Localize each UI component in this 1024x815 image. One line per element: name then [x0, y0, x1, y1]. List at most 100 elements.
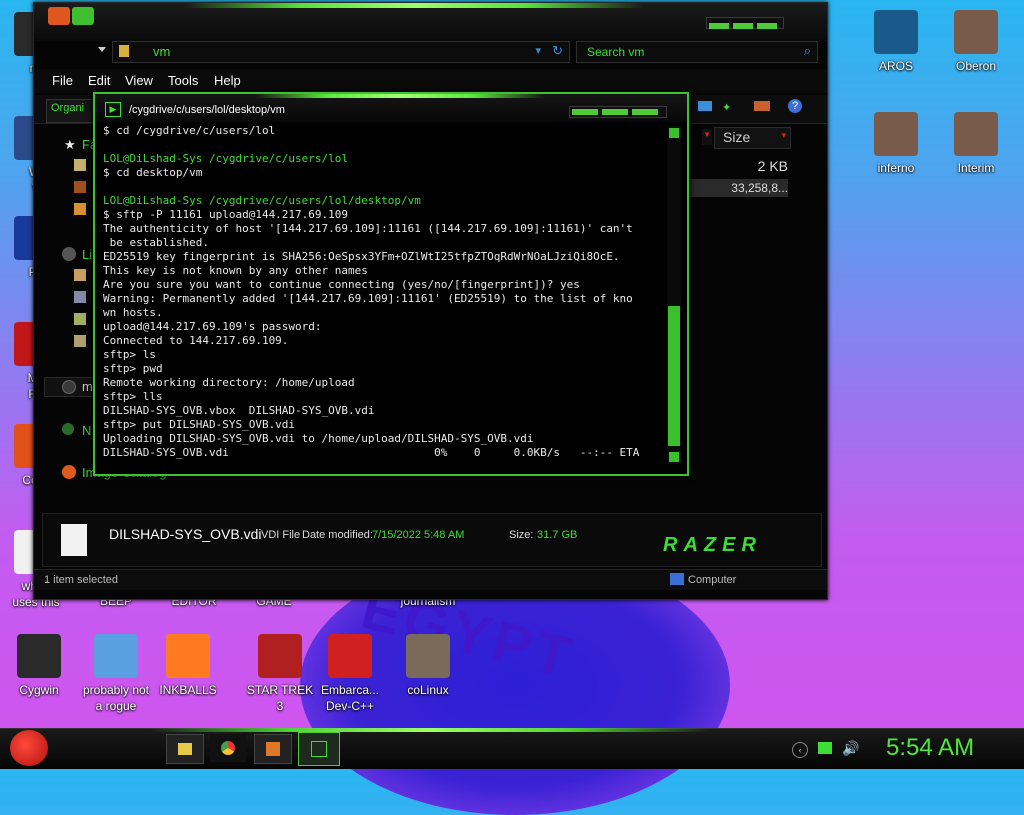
desktop-icon-row2-5[interactable]: coLinux — [386, 634, 470, 698]
documents-icon[interactable] — [74, 269, 86, 281]
address-bar[interactable]: vm ▾ ↻ — [112, 41, 570, 63]
terminal-close-button[interactable] — [632, 109, 658, 115]
maximize-button[interactable] — [733, 23, 753, 29]
desktop-icon[interactable] — [74, 159, 86, 171]
terminal-output[interactable]: $ cd /cygdrive/c/users/lol LOL@DiLshad-S… — [103, 124, 663, 470]
cygwin-terminal-icon: ▶ — [105, 102, 121, 117]
terminal-line: be established. — [103, 236, 209, 249]
close-button[interactable] — [757, 23, 777, 29]
file-thumbnail-icon — [61, 524, 87, 556]
tray-expand-icon[interactable]: ‹ — [792, 742, 808, 758]
taskbar — [0, 728, 1024, 769]
terminal-minimize-button[interactable] — [572, 109, 598, 115]
refresh-icon[interactable]: ↻ — [552, 43, 563, 59]
forward-arrow-icon[interactable] — [72, 7, 94, 25]
sidebar-libraries[interactable]: Li — [82, 247, 92, 262]
taskbar-clock[interactable]: 5:54 AM — [886, 734, 974, 762]
terminal-line: Warning: Permanently added '[144.217.69.… — [103, 292, 633, 305]
desktop-icon-label: Cygwin — [19, 683, 59, 697]
preview-pane-icon[interactable] — [754, 101, 770, 111]
terminal-line: $ cd desktop/vm — [103, 166, 203, 179]
taskbar-glow — [150, 728, 710, 732]
image-catalog-icon — [62, 465, 76, 479]
menu-bar: File Edit View Tools Help — [34, 69, 827, 93]
size-column-label: Size — [723, 129, 751, 145]
terminal-window-controls[interactable] — [569, 106, 667, 118]
scroll-down-icon[interactable] — [669, 452, 679, 462]
terminal-line: DILSHAD-SYS_OVB.vbox DILSHAD-SYS_OVB.vdi — [103, 404, 375, 417]
view-icon[interactable] — [698, 101, 712, 111]
terminal-line: LOL@DiLshad-Sys /cygdrive/c/users/lol/de… — [103, 194, 421, 207]
size-column-dropdown-icon[interactable]: ▾ — [781, 130, 786, 141]
column-dropdown-icon[interactable]: ▾ — [702, 129, 712, 145]
terminal-line: Connected to 144.217.69.109. — [103, 334, 289, 347]
back-arrow-icon[interactable] — [48, 7, 70, 25]
menu-help[interactable]: Help — [214, 73, 241, 88]
terminal-line: upload@144.217.69.109's password: — [103, 320, 322, 333]
taskbar-chrome-button[interactable] — [210, 734, 246, 762]
desktop-icon-row2-3-icon — [258, 634, 302, 678]
desktop-icon-label: Embarca... — [320, 683, 380, 697]
network-icon — [62, 423, 74, 435]
music-icon[interactable] — [74, 291, 86, 303]
scrollbar-thumb[interactable] — [668, 306, 680, 446]
taskbar-cygwin-button[interactable] — [298, 732, 340, 766]
search-box[interactable]: Search vm ⌕ — [576, 41, 818, 63]
desktop-icon-row2-2-icon — [166, 634, 210, 678]
desktop-icon-row2-2[interactable]: INKBALLS — [146, 634, 230, 698]
sidebar-network[interactable]: N — [82, 423, 91, 438]
desktop-icon-oberon-icon — [954, 10, 998, 54]
explorer-window-controls[interactable] — [706, 17, 784, 29]
sidebar-computer[interactable]: m — [82, 379, 93, 394]
pictures-icon[interactable] — [74, 313, 86, 325]
desktop-icon-interim[interactable]: Interim — [934, 112, 1018, 176]
size-column-header[interactable]: Size ▾ — [714, 127, 791, 149]
desktop-icon-inferno[interactable]: inferno — [854, 112, 938, 176]
search-icon[interactable]: ⌕ — [804, 43, 811, 59]
desktop-icon-oberon[interactable]: Oberon — [934, 10, 1018, 74]
recent-places-icon[interactable] — [74, 203, 86, 215]
menu-tools[interactable]: Tools — [168, 73, 198, 88]
terminal-line: Remote working directory: /home/upload — [103, 376, 355, 389]
terminal-line: This key is not known by any other names — [103, 264, 368, 277]
network-tray-icon[interactable] — [818, 742, 832, 754]
search-placeholder: Search vm — [587, 45, 645, 59]
terminal-line: The authenticity of host '[144.217.69.10… — [103, 222, 633, 235]
help-icon[interactable]: ? — [788, 99, 802, 113]
libraries-icon — [62, 247, 76, 261]
terminal-scrollbar[interactable] — [667, 126, 681, 464]
details-date-label: Date modified: — [302, 529, 373, 541]
app-icon — [266, 742, 280, 756]
downloads-icon[interactable] — [74, 181, 86, 193]
scroll-up-icon[interactable] — [669, 128, 679, 138]
terminal-window[interactable]: ▶ /cygdrive/c/users/lol/desktop/vm $ cd … — [93, 92, 689, 476]
menu-edit[interactable]: Edit — [88, 73, 110, 88]
terminal-titlebar[interactable]: ▶ /cygdrive/c/users/lol/desktop/vm — [95, 94, 687, 122]
menu-view[interactable]: View — [125, 73, 153, 88]
desktop-icon-row2-4[interactable]: Embarca... Dev-C++ — [308, 634, 392, 714]
taskbar-explorer-button[interactable] — [166, 734, 204, 764]
minimize-button[interactable] — [709, 23, 729, 29]
menu-file[interactable]: File — [52, 73, 73, 88]
desktop-icon-row2-5-icon — [406, 634, 450, 678]
videos-icon[interactable] — [74, 335, 86, 347]
desktop-icon-row2-0[interactable]: Cygwin — [0, 634, 81, 698]
desktop-icon-label: coLinux — [407, 683, 449, 697]
terminal-maximize-button[interactable] — [602, 109, 628, 115]
file-size-vbox: 2 KB — [757, 158, 788, 174]
folder-icon — [178, 743, 192, 755]
file-size-vdi[interactable]: 33,258,8... — [688, 179, 788, 197]
history-dropdown-icon[interactable] — [98, 47, 106, 52]
taskbar-app-button[interactable] — [254, 734, 292, 764]
desktop-icon-sublabel: a rogue — [95, 699, 137, 713]
sparkle-icon[interactable]: ✦ — [722, 101, 731, 114]
computer-drive-icon — [62, 380, 76, 394]
desktop-icon-aros[interactable]: AROS — [854, 10, 938, 74]
favorites-star-icon: ★ — [64, 137, 76, 152]
explorer-title-glow — [184, 3, 644, 8]
volume-icon[interactable]: 🔊 — [842, 740, 859, 757]
start-button-angry-bird-icon[interactable] — [10, 730, 48, 766]
address-dropdown-icon[interactable]: ▾ — [535, 44, 541, 57]
